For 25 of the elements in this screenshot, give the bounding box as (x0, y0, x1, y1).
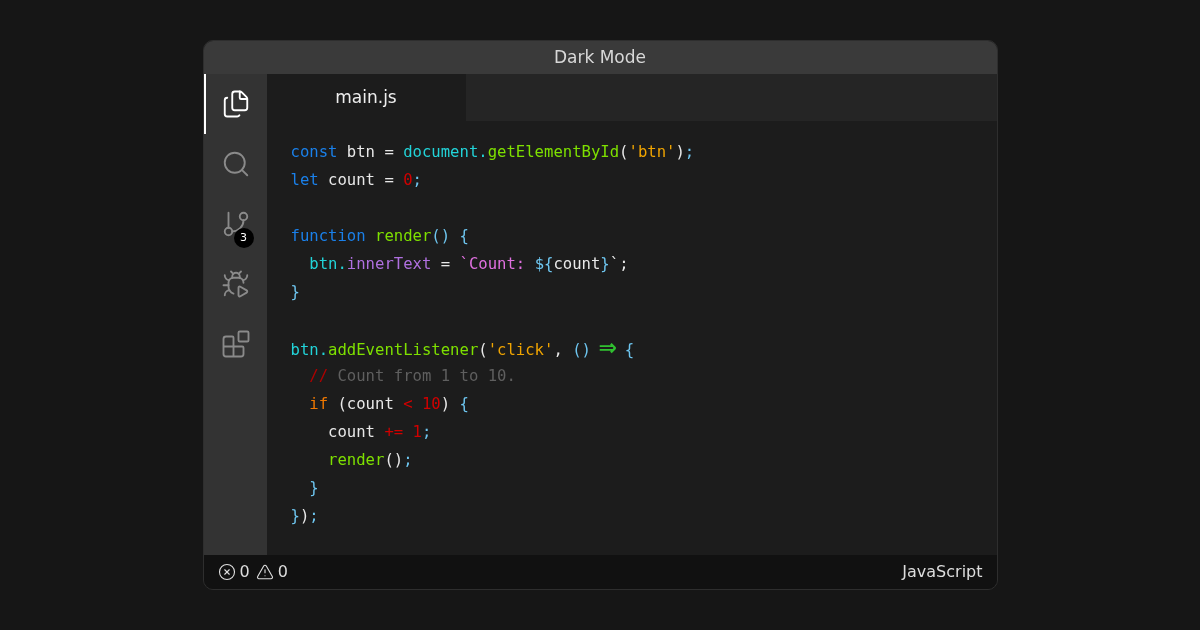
error-icon (217, 563, 236, 581)
code-line: render(); (327, 450, 413, 471)
code-line: // Count from 1 to 10. (308, 366, 516, 387)
blocks-icon (221, 329, 251, 359)
search-icon (221, 149, 251, 179)
files-icon (221, 89, 251, 119)
code-line: if (count < 10) { (308, 394, 469, 415)
code-line: let count = 0; (290, 170, 422, 191)
language-label: JavaScript (902, 561, 983, 583)
code-line: btn.innerText = `Count: ${count}`; (308, 254, 629, 275)
code-line: count += 1; (327, 422, 432, 443)
warning-count: 0 (277, 561, 288, 583)
code-line: } (308, 478, 319, 499)
code-line: const btn = document.getElementById('btn'); (290, 142, 695, 163)
activity-button[interactable]: 3 (203, 194, 267, 254)
code-line: }); (290, 506, 319, 527)
warning-icon (255, 563, 274, 581)
window-title: Dark Mode (553, 45, 647, 69)
editor-tab[interactable]: main.js (266, 74, 466, 121)
code-line: } (290, 282, 300, 303)
count-badge: 3 (233, 228, 254, 248)
bug-play-icon (221, 269, 251, 299)
error-count: 0 (239, 561, 250, 583)
code-line: btn.addEventListener('click', () ⇒ { (290, 334, 635, 362)
code-line: function render() { (290, 226, 469, 247)
